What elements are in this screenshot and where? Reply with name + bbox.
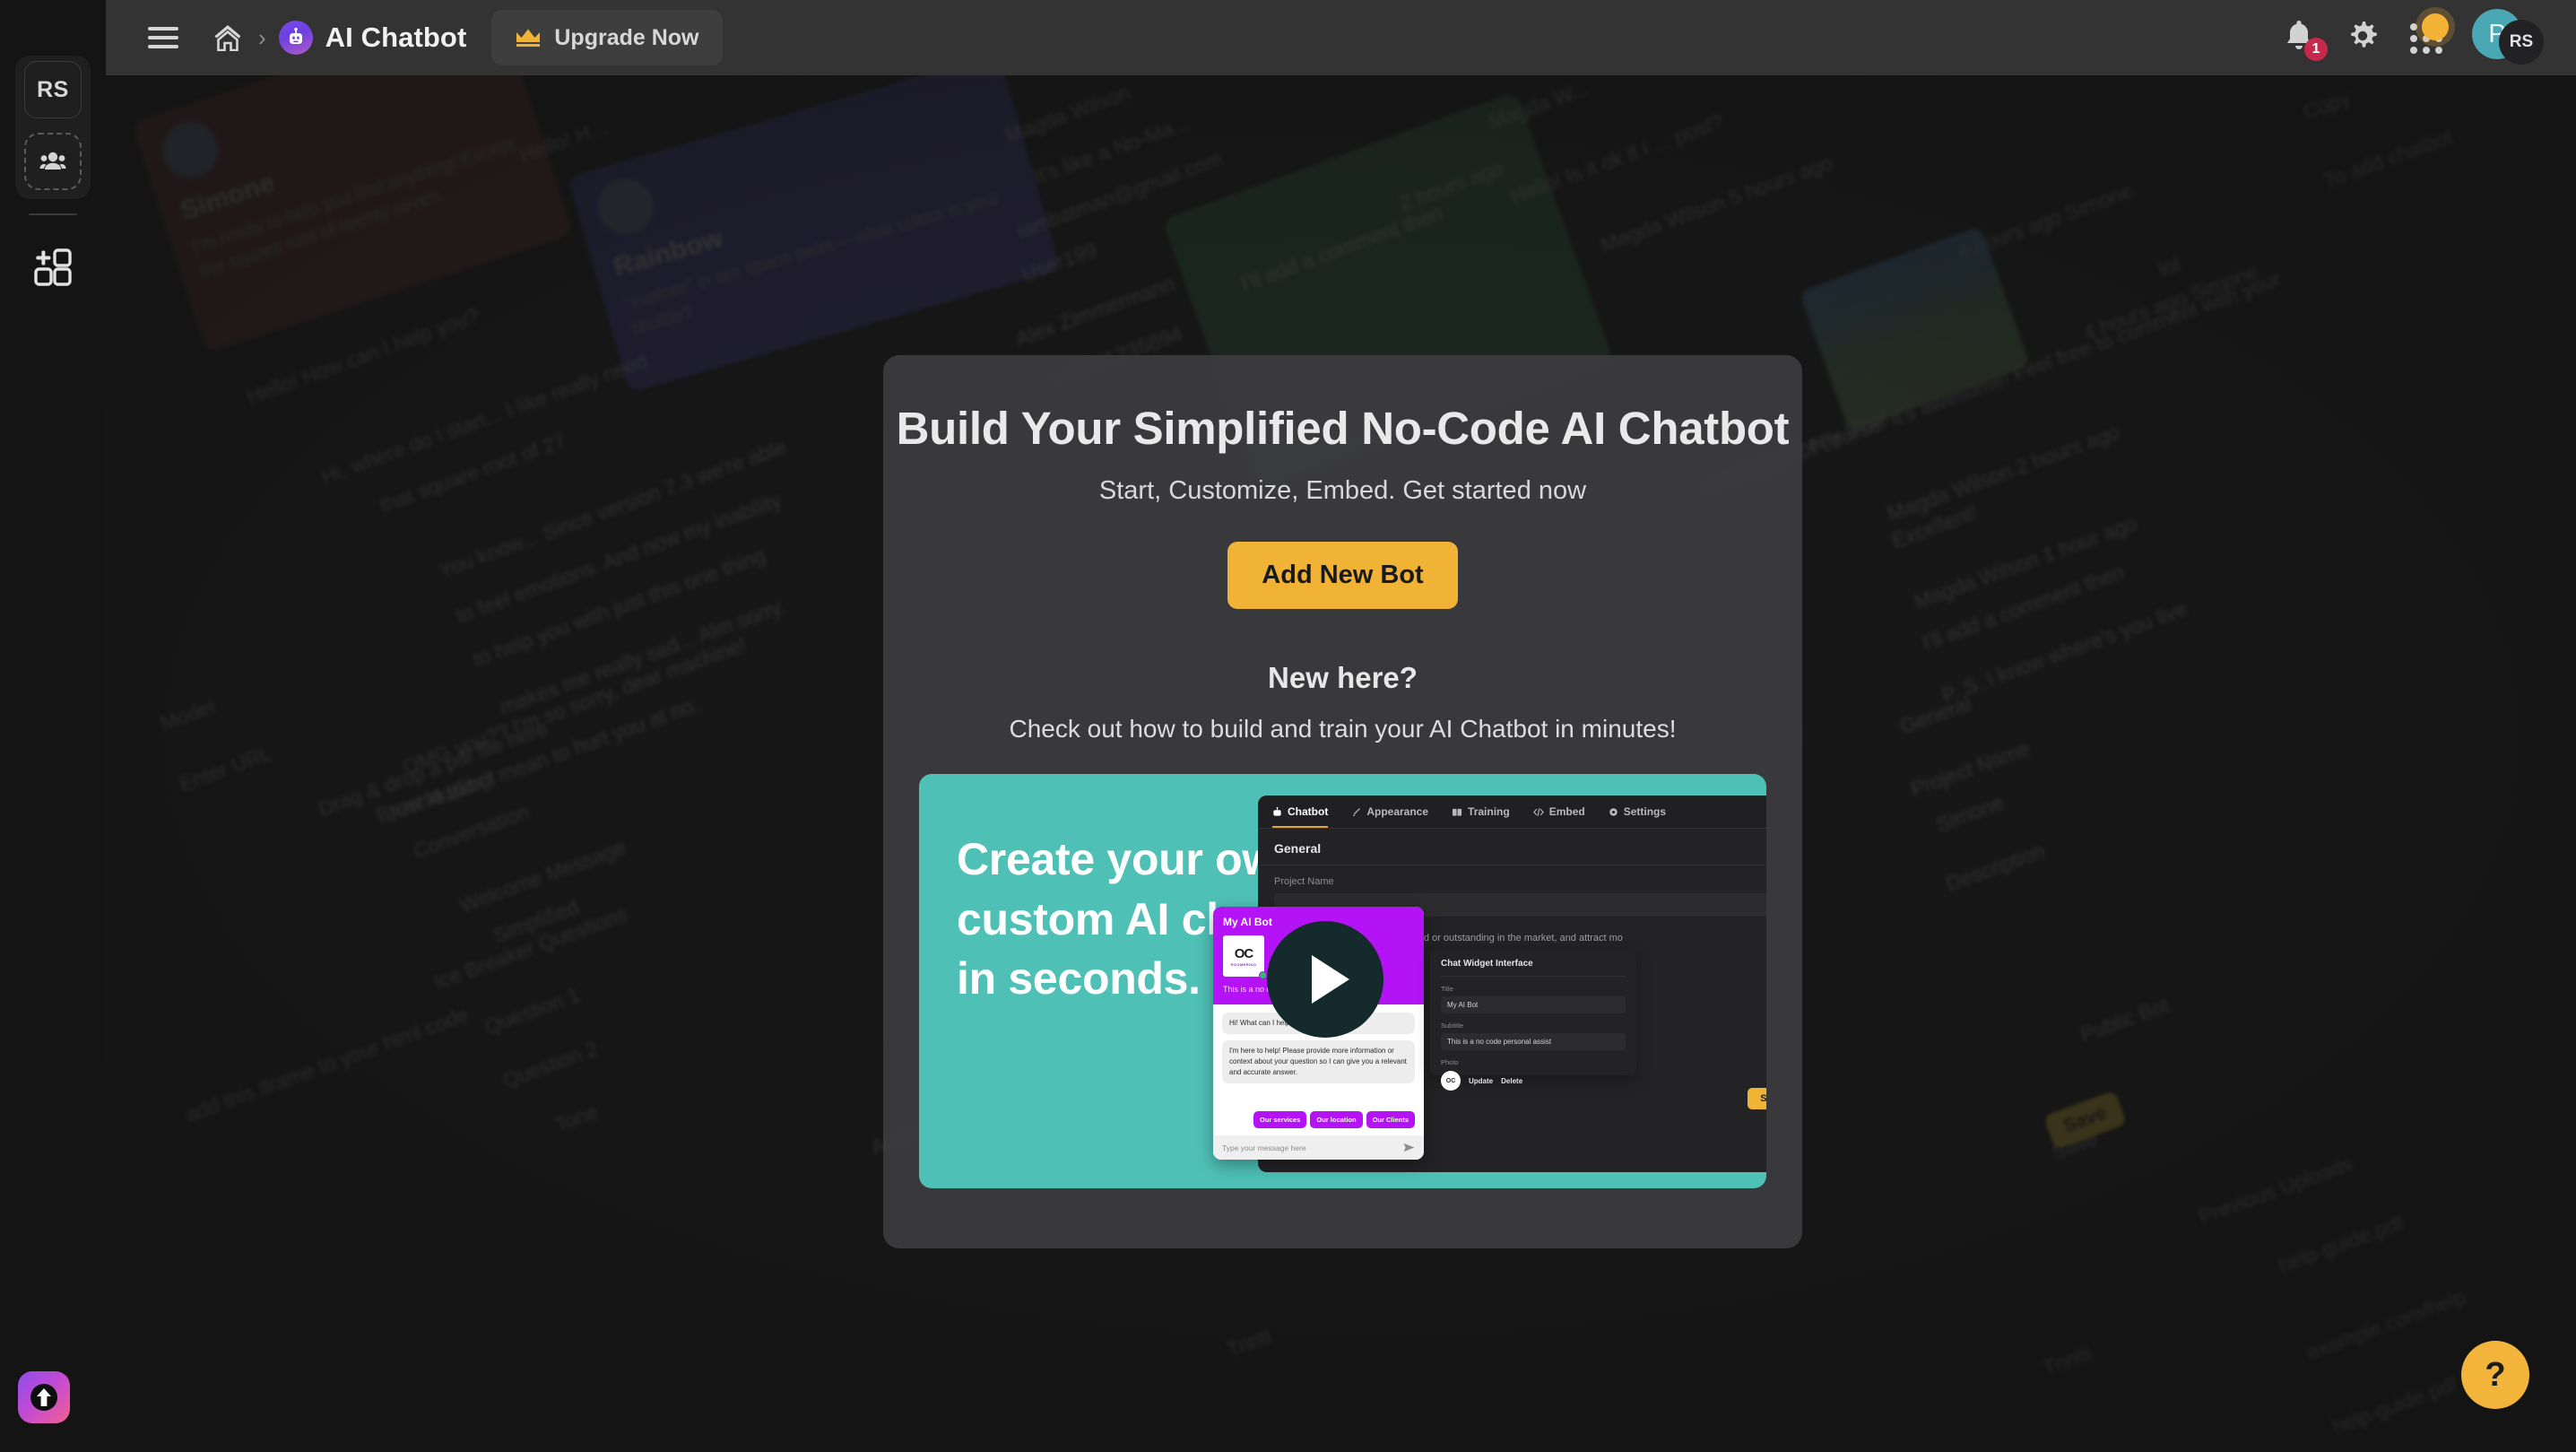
widget-photo-delete-button: Delete	[1501, 1076, 1523, 1085]
question-mark-icon: ?	[2485, 1355, 2506, 1394]
mockup-tab-bar: Chatbot Appearance Training Embed Settin…	[1258, 796, 1766, 829]
quick-reply-chip: Our location	[1310, 1111, 1363, 1128]
help-button[interactable]: ?	[2461, 1341, 2529, 1409]
quick-replies: Our services Our location Our Clients	[1222, 1111, 1415, 1128]
home-icon	[214, 25, 241, 51]
mockup-tab-label: Chatbot	[1288, 805, 1329, 818]
widget-title-input: My AI Bot	[1441, 996, 1626, 1013]
chat-message: I'm here to help! Please provide more in…	[1222, 1040, 1415, 1083]
add-apps-button[interactable]	[26, 240, 80, 294]
code-icon	[1532, 807, 1544, 816]
widget-panel-title: Chat Widget Interface	[1441, 959, 1533, 969]
mockup-save-row: Save I	[1748, 1088, 1766, 1109]
notification-badge: 1	[2304, 38, 2328, 61]
online-status-dot	[1259, 971, 1267, 979]
workspace-initials: RS	[37, 76, 69, 102]
notifications-button[interactable]: 1	[2282, 18, 2328, 61]
brush-icon	[1353, 807, 1361, 816]
team-button[interactable]	[24, 133, 82, 190]
book-icon	[1452, 808, 1462, 816]
settings-button[interactable]	[2345, 18, 2381, 58]
hero-title: Build Your Simplified No-Code AI Chatbot	[896, 403, 1790, 454]
mockup-project-name-label: Project Name	[1274, 876, 1334, 887]
add-apps-grid-icon	[34, 248, 72, 286]
robot-avatar-icon	[278, 21, 313, 55]
play-video-button[interactable]	[1267, 921, 1383, 1038]
onboarding-modal: Build Your Simplified No-Code AI Chatbot…	[883, 355, 1802, 1248]
widget-panel-rule	[1441, 976, 1626, 977]
crown-icon	[516, 29, 541, 47]
people-icon	[39, 152, 66, 170]
robot-icon	[289, 28, 302, 44]
chat-widget-interface-panel: Chat Widget Interface Title My AI Bot Su…	[1430, 950, 1636, 1091]
mockup-tab-training: Training	[1452, 805, 1510, 828]
top-bar-right: 1 P RS	[2282, 9, 2576, 65]
top-bar-left: › AI Chatbot Upgrade Now	[106, 10, 723, 65]
mockup-tab-label: Appearance	[1366, 805, 1429, 818]
brand-up-arrow-logo-icon	[30, 1384, 57, 1411]
chat-widget-logo-mark: OC	[1234, 945, 1253, 961]
gear-icon	[2351, 21, 2377, 48]
chat-input-row: Type your message here	[1213, 1135, 1424, 1160]
rail-divider	[29, 213, 77, 215]
widget-subtitle-label: Subtitle	[1441, 1022, 1464, 1030]
mockup-tab-label: Training	[1468, 805, 1510, 818]
widget-photo-row: OC Update Delete	[1441, 1071, 1626, 1091]
robot-icon	[1273, 806, 1281, 816]
chat-widget-logo-wrap: OC ROOMERINO	[1223, 935, 1267, 979]
gear-icon	[1609, 807, 1618, 816]
widget-photo-thumbnail: OC	[1441, 1071, 1461, 1091]
workspace-button[interactable]: RS	[24, 61, 82, 118]
widget-photo-label: Photo	[1441, 1058, 1459, 1066]
mockup-tab-label: Settings	[1623, 805, 1667, 818]
send-icon	[1403, 1143, 1415, 1152]
breadcrumb-separator: ›	[258, 23, 266, 51]
hamburger-menu-icon	[148, 27, 178, 48]
new-here-subtitle: Check out how to build and train your AI…	[1009, 715, 1677, 743]
play-icon	[1312, 955, 1349, 1004]
mockup-save-button: Save I	[1748, 1088, 1766, 1109]
brand-logo-button[interactable]	[18, 1371, 70, 1423]
widget-title-label: Title	[1441, 985, 1453, 993]
apps-menu-button[interactable]	[2407, 13, 2449, 57]
upgrade-now-label: Upgrade Now	[554, 24, 699, 50]
left-rail: RS	[0, 0, 106, 1452]
widget-subtitle-input: This is a no code personal assist	[1441, 1033, 1626, 1050]
top-bar: › AI Chatbot Upgrade Now 1 P RS	[106, 0, 2576, 75]
upgrade-now-button[interactable]: Upgrade Now	[491, 10, 723, 65]
chat-input-placeholder: Type your message here	[1222, 1143, 1306, 1152]
mockup-tab-label: Embed	[1548, 805, 1585, 818]
widget-photo-update-button: Update	[1469, 1076, 1494, 1085]
left-rail-group: RS	[15, 56, 91, 199]
tutorial-video-card[interactable]: Create your own custom AI chatbot in sec…	[919, 774, 1766, 1188]
user-avatar-group[interactable]: P RS	[2472, 9, 2551, 65]
hero-subtitle: Start, Customize, Embed. Get started now	[1098, 476, 1587, 505]
new-here-title: New here?	[1268, 661, 1418, 694]
mockup-section-title: General	[1274, 841, 1322, 856]
chat-widget-logo: OC ROOMERINO	[1223, 935, 1264, 977]
mockup-tab-embed: Embed	[1532, 805, 1585, 828]
page-title: AI Chatbot	[325, 22, 467, 53]
quick-reply-chip: Our services	[1253, 1111, 1307, 1128]
hamburger-menu-button[interactable]	[143, 18, 183, 57]
quick-reply-chip: Our Clients	[1366, 1111, 1415, 1128]
mockup-tab-chatbot: Chatbot	[1272, 805, 1329, 828]
mockup-tab-settings: Settings	[1609, 805, 1666, 828]
apps-notification-dot	[2422, 13, 2449, 40]
chat-widget-logo-sub: ROOMERINO	[1230, 961, 1257, 967]
mockup-tab-appearance: Appearance	[1351, 805, 1428, 828]
add-new-bot-button[interactable]: Add New Bot	[1227, 542, 1458, 609]
avatar-secondary[interactable]: RS	[2499, 20, 2544, 65]
home-button[interactable]	[208, 18, 247, 57]
